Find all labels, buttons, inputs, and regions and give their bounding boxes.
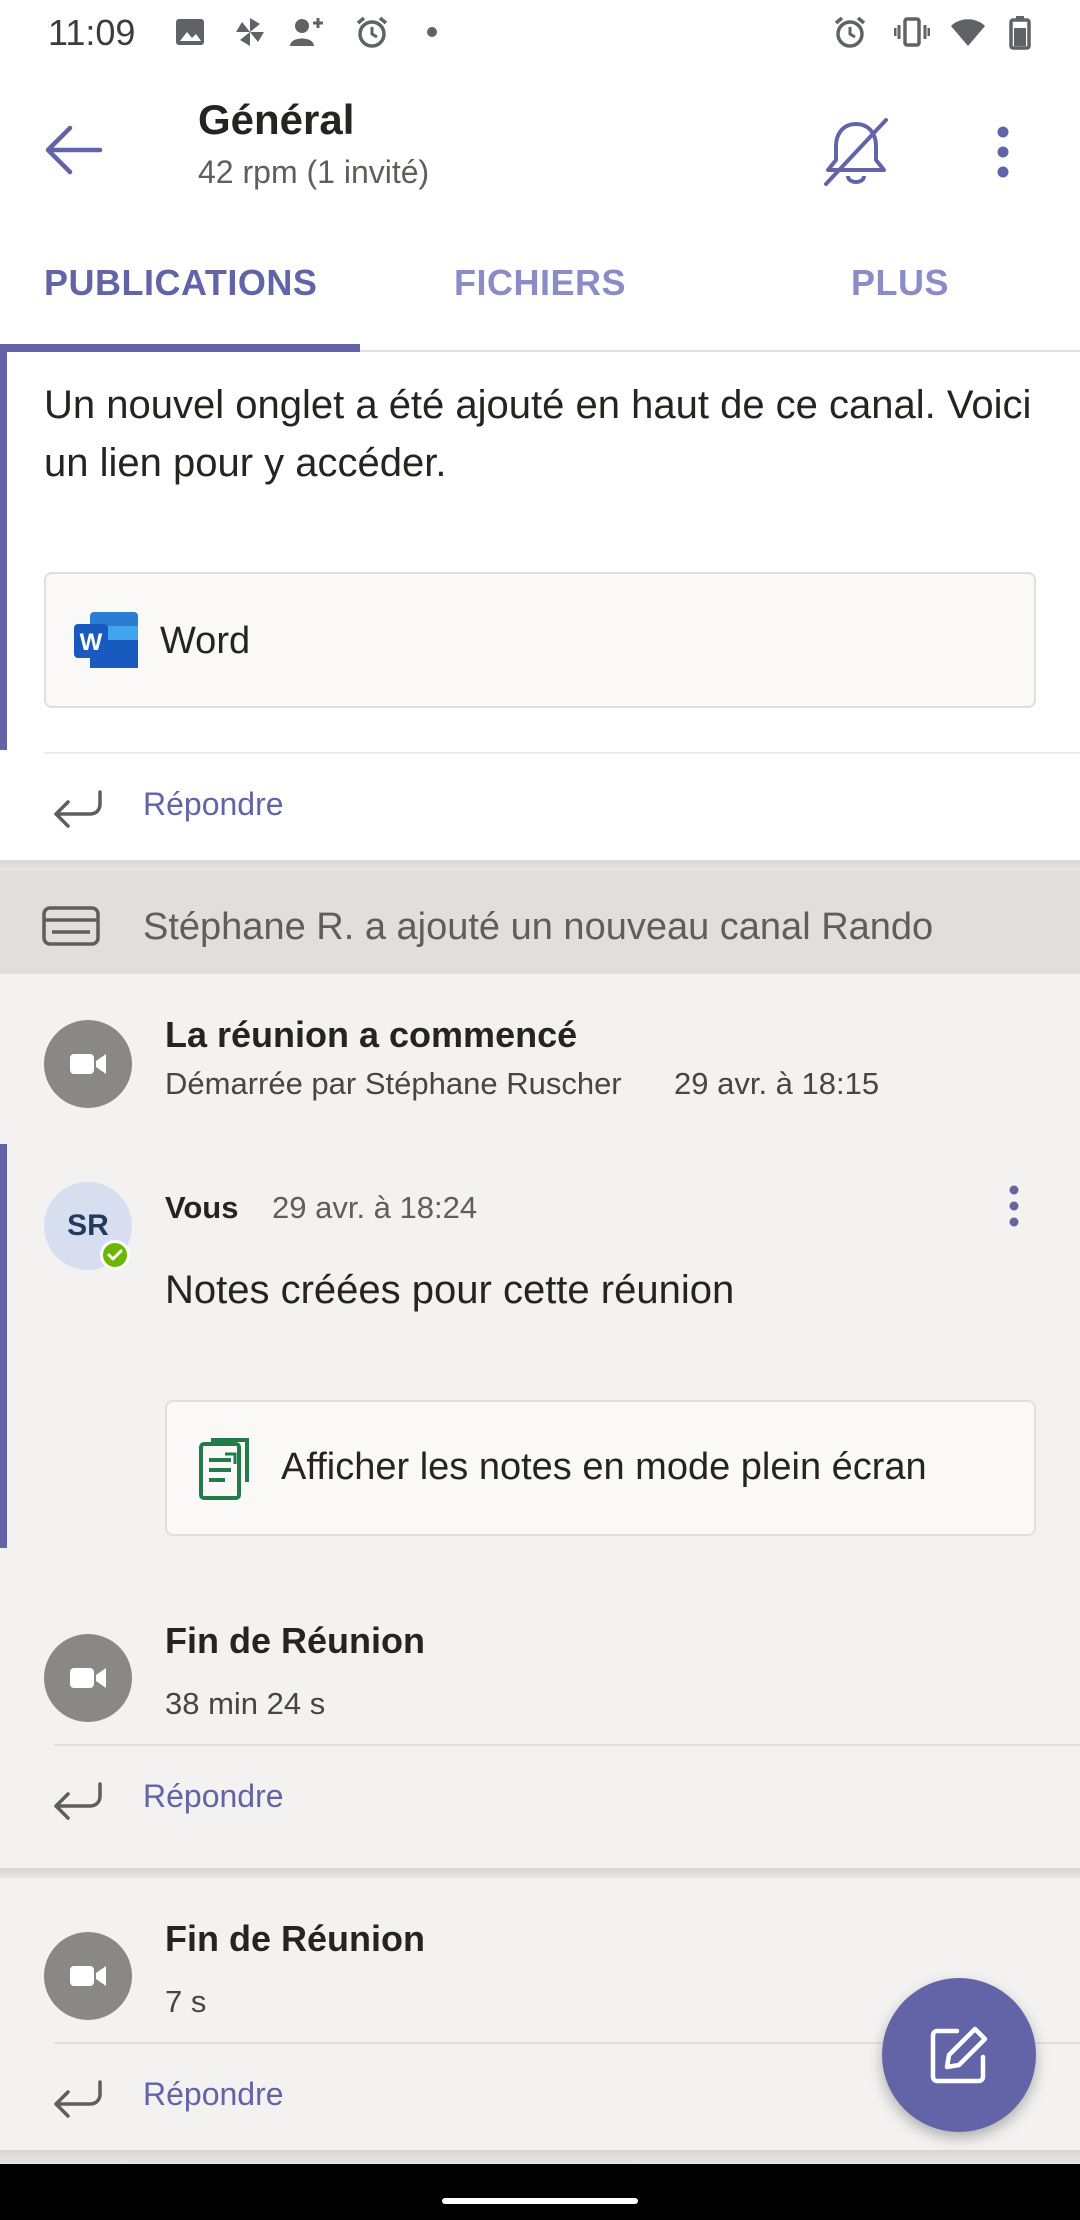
app-header: Général 42 rpm (1 invité)	[0, 66, 1080, 216]
meeting-avatar	[44, 1932, 132, 2020]
home-gesture-handle[interactable]	[442, 2198, 638, 2204]
post-accent-bar	[0, 352, 7, 750]
presence-available-icon	[100, 1240, 130, 1270]
post-text: Un nouvel onglet a été ajouté en haut de…	[44, 383, 1032, 485]
notes-card[interactable]: Afficher les notes en mode plein écran	[165, 1400, 1036, 1536]
video-camera-icon	[70, 1668, 106, 1688]
active-tab-indicator	[0, 344, 360, 352]
post-separator	[0, 1868, 1080, 1878]
status-time: 11:09	[48, 12, 136, 53]
word-icon: W	[74, 612, 138, 668]
channel-subtitle: 42 rpm (1 invité)	[198, 154, 430, 190]
message-more-icon[interactable]	[994, 1176, 1034, 1236]
add-person-icon	[290, 18, 323, 46]
pinwheel-icon	[236, 18, 264, 46]
channel-icon	[42, 906, 100, 946]
alarm-icon	[834, 16, 866, 48]
message-accent-bar	[0, 1144, 7, 1548]
meeting-started-title: La réunion a commencé	[165, 1014, 578, 1055]
notes-icon	[199, 1438, 249, 1500]
reply-icon	[54, 790, 102, 828]
meeting-started-by: Démarrée par Stéphane Ruscher	[165, 1066, 622, 1101]
channel-added-banner[interactable]: Stéphane R. a ajouté un nouveau canal Ra…	[0, 870, 1080, 974]
alarm-icon	[356, 16, 388, 48]
bell-off-icon[interactable]	[816, 112, 896, 192]
more-vertical-icon[interactable]	[978, 112, 1028, 192]
status-bar: 11:09	[0, 0, 1080, 66]
meeting-end-duration: 7 s	[165, 1984, 207, 2019]
meeting-started-time: 29 avr. à 18:15	[674, 1066, 880, 1101]
message-body: Notes créées pour cette réunion	[165, 1268, 735, 1312]
post-separator	[0, 2150, 1080, 2164]
svg-text:W: W	[80, 629, 103, 656]
meeting-end-title: Fin de Réunion	[165, 1918, 425, 1959]
post-new-tab: Un nouvel onglet a été ajouté en haut de…	[0, 352, 1080, 860]
image-icon	[176, 19, 204, 45]
word-card-label: Word	[160, 620, 251, 662]
meeting-thread: La réunion a commencé Démarrée par Stéph…	[0, 974, 1080, 2164]
channel-title: Général	[198, 96, 355, 143]
message-time: 29 avr. à 18:24	[272, 1190, 478, 1225]
tab-fichiers[interactable]: FICHIERS	[454, 262, 626, 304]
meeting-avatar	[44, 1634, 132, 1722]
meeting-end-title: Fin de Réunion	[165, 1620, 425, 1661]
vibrate-icon	[894, 17, 930, 47]
tab-bar: PUBLICATIONS FICHIERS PLUS	[0, 216, 1080, 352]
reply-icon	[54, 1782, 102, 1820]
meeting-avatar	[44, 1020, 132, 1108]
system-nav-bar	[0, 2164, 1080, 2220]
reply-button[interactable]: Répondre	[0, 754, 1080, 858]
back-arrow-icon[interactable]	[38, 112, 114, 188]
reply-label: Répondre	[143, 2076, 284, 2112]
post-separator	[0, 860, 1080, 870]
dot-icon	[427, 27, 437, 37]
battery-icon	[1009, 16, 1031, 50]
message-author: Vous	[165, 1190, 239, 1225]
new-post-button[interactable]	[882, 1978, 1036, 2132]
video-camera-icon	[70, 1966, 106, 1986]
reply-icon	[54, 2080, 102, 2118]
reply-label: Répondre	[143, 1778, 284, 1814]
video-camera-icon	[70, 1054, 106, 1074]
word-tab-card[interactable]: W Word	[44, 572, 1036, 708]
channel-banner-text: Stéphane R. a ajouté un nouveau canal Ra…	[143, 906, 934, 948]
notes-card-label: Afficher les notes en mode plein écran	[281, 1446, 927, 1488]
compose-icon	[930, 2026, 988, 2084]
tab-publications[interactable]: PUBLICATIONS	[44, 262, 317, 304]
tab-plus[interactable]: PLUS	[851, 262, 949, 304]
wifi-icon	[951, 19, 985, 46]
meeting-end-duration: 38 min 24 s	[165, 1686, 326, 1721]
reply-label: Répondre	[143, 786, 284, 822]
reply-button[interactable]: Répondre	[0, 1746, 1080, 1850]
